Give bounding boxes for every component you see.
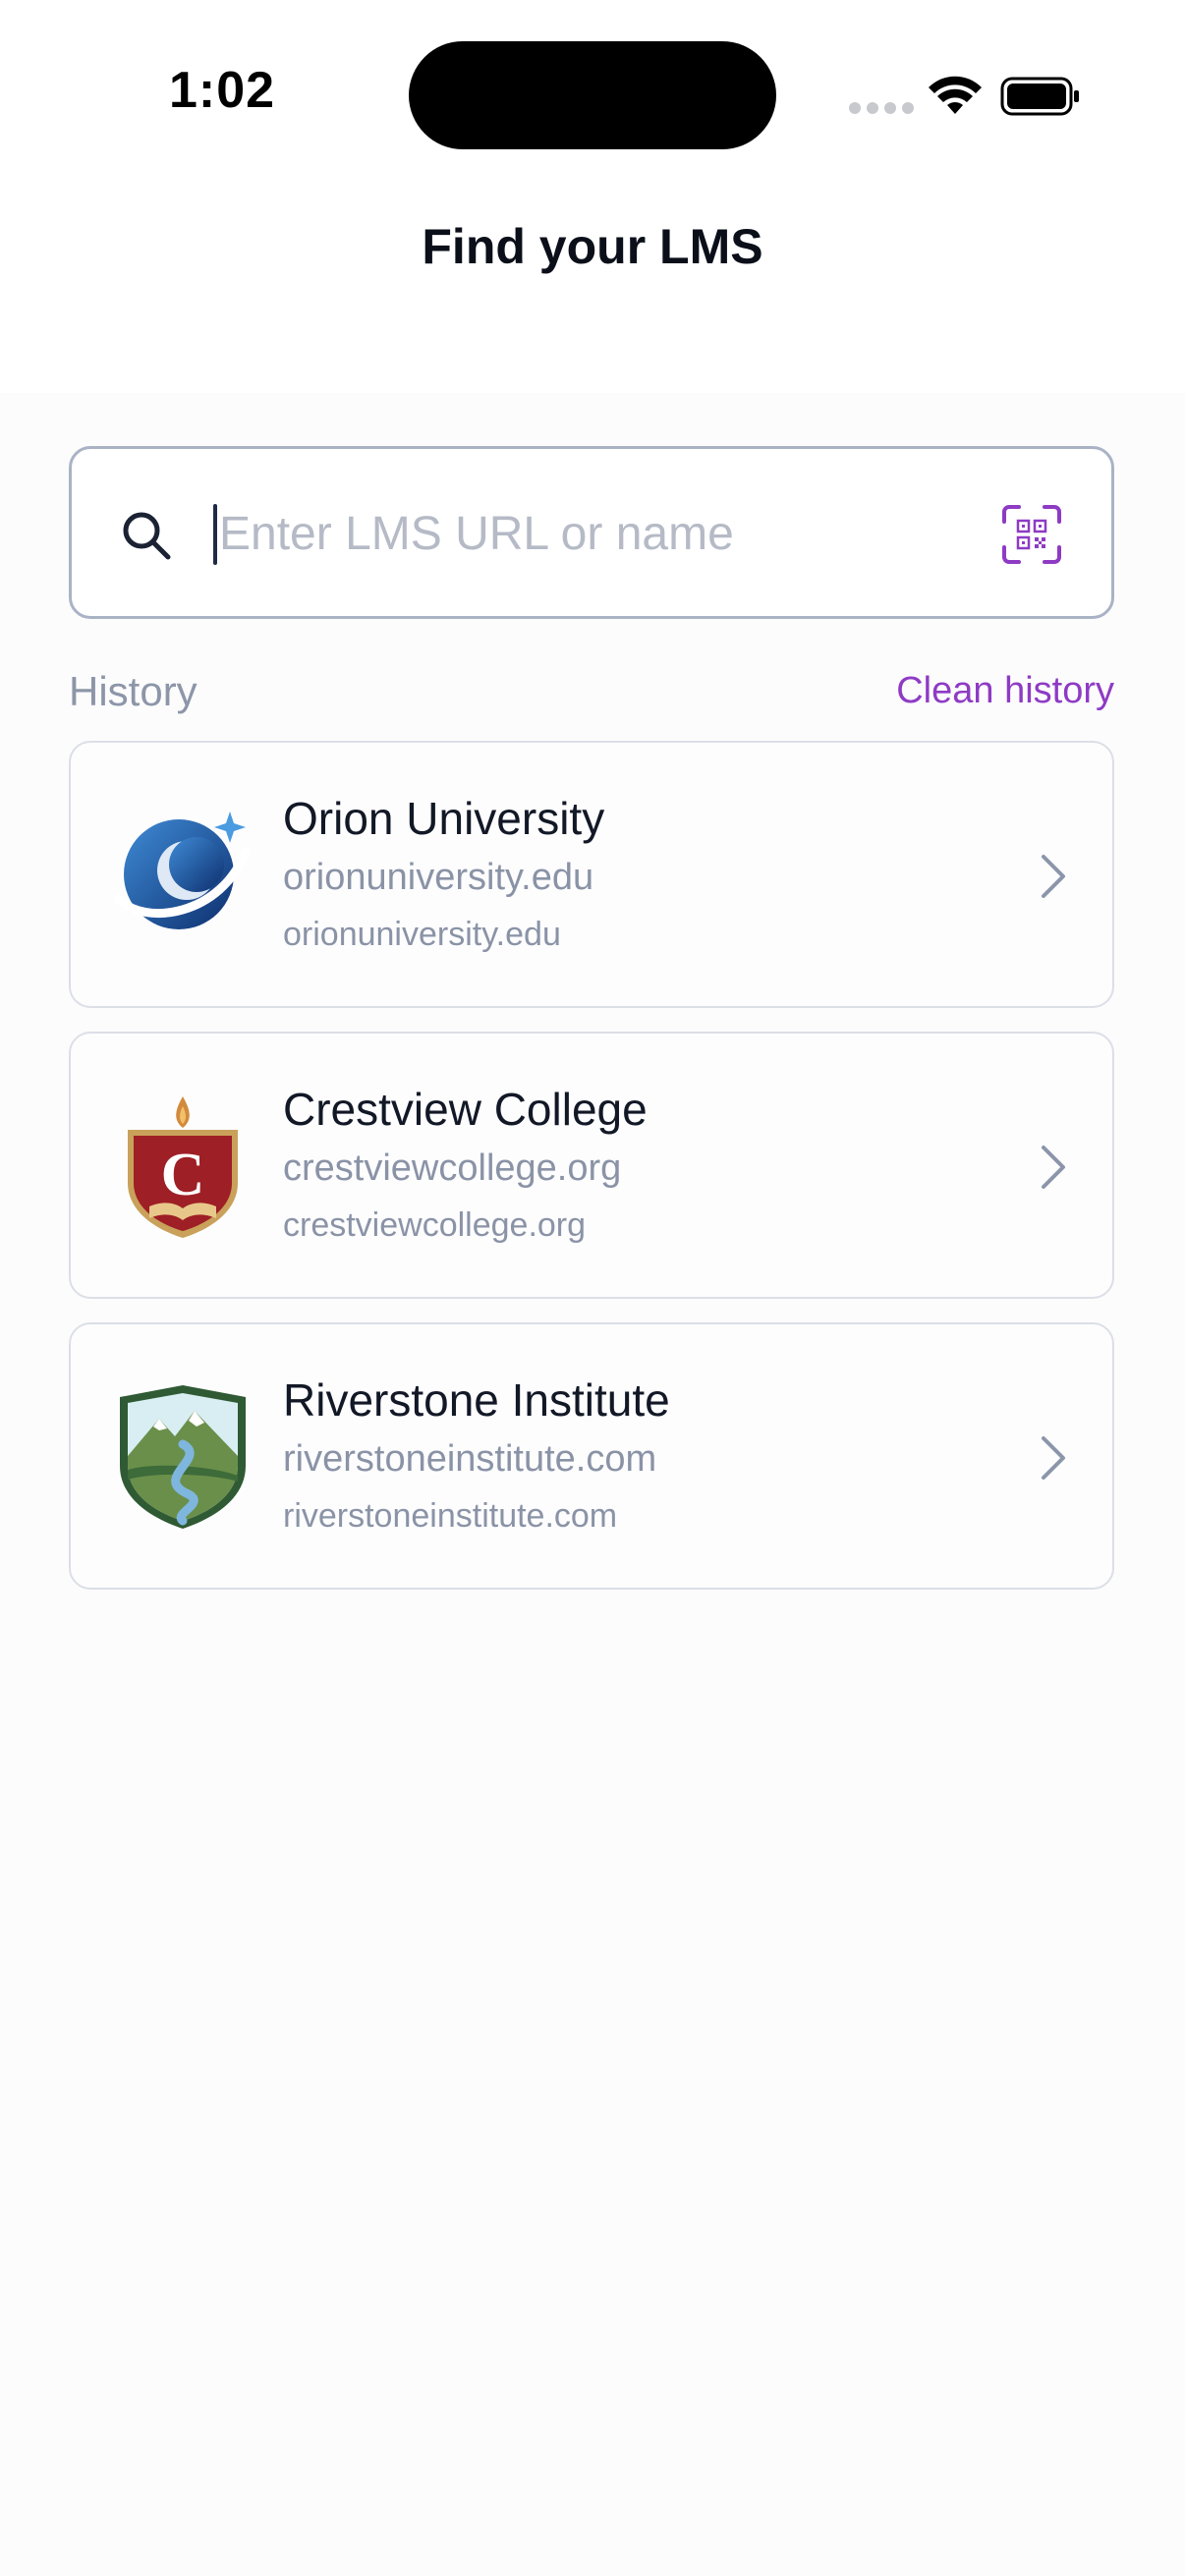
qr-scan-icon[interactable] bbox=[1001, 504, 1062, 565]
crest-letter: C bbox=[161, 1142, 205, 1208]
status-bar: 1:02 bbox=[0, 0, 1185, 187]
history-item-crestview-college[interactable]: C Crestview College crestviewcollege.org… bbox=[69, 1032, 1114, 1299]
search-input[interactable] bbox=[219, 488, 986, 579]
school-subtitle: orionuniversity.edu bbox=[283, 916, 561, 953]
chevron-right-icon bbox=[1042, 1436, 1065, 1480]
school-subtitle: riverstoneinstitute.com bbox=[283, 1497, 618, 1535]
status-time: 1:02 bbox=[169, 62, 276, 119]
school-subtitle: crestviewcollege.org bbox=[283, 1206, 587, 1244]
clean-history-button[interactable]: Clean history bbox=[896, 670, 1114, 712]
history-label: History bbox=[69, 668, 198, 714]
history-item-orion-university[interactable]: Orion University orionuniversity.edu ori… bbox=[69, 741, 1114, 1008]
school-url: orionuniversity.edu bbox=[283, 857, 594, 898]
page-title: Find your LMS bbox=[422, 219, 763, 274]
search-icon bbox=[123, 512, 171, 560]
riverstone-institute-shield bbox=[120, 1385, 246, 1529]
search-bar[interactable] bbox=[69, 446, 1114, 619]
history-item-riverstone-institute[interactable]: Riverstone Institute riverstoneinstitute… bbox=[69, 1322, 1114, 1590]
school-name: Orion University bbox=[283, 793, 605, 844]
cellular-signal-icon bbox=[849, 102, 914, 114]
school-name: Riverstone Institute bbox=[283, 1374, 670, 1426]
school-name: Crestview College bbox=[283, 1084, 648, 1135]
wifi-icon bbox=[929, 76, 982, 114]
school-url: crestviewcollege.org bbox=[283, 1148, 622, 1189]
chevron-right-icon bbox=[1042, 855, 1065, 898]
orion-university-logo bbox=[114, 812, 251, 929]
chevron-right-icon bbox=[1042, 1146, 1065, 1189]
battery-icon bbox=[1000, 77, 1079, 116]
crestview-college-crest: C bbox=[128, 1096, 238, 1238]
text-caret bbox=[213, 504, 217, 565]
dynamic-island bbox=[409, 41, 776, 149]
school-url: riverstoneinstitute.com bbox=[283, 1438, 657, 1480]
